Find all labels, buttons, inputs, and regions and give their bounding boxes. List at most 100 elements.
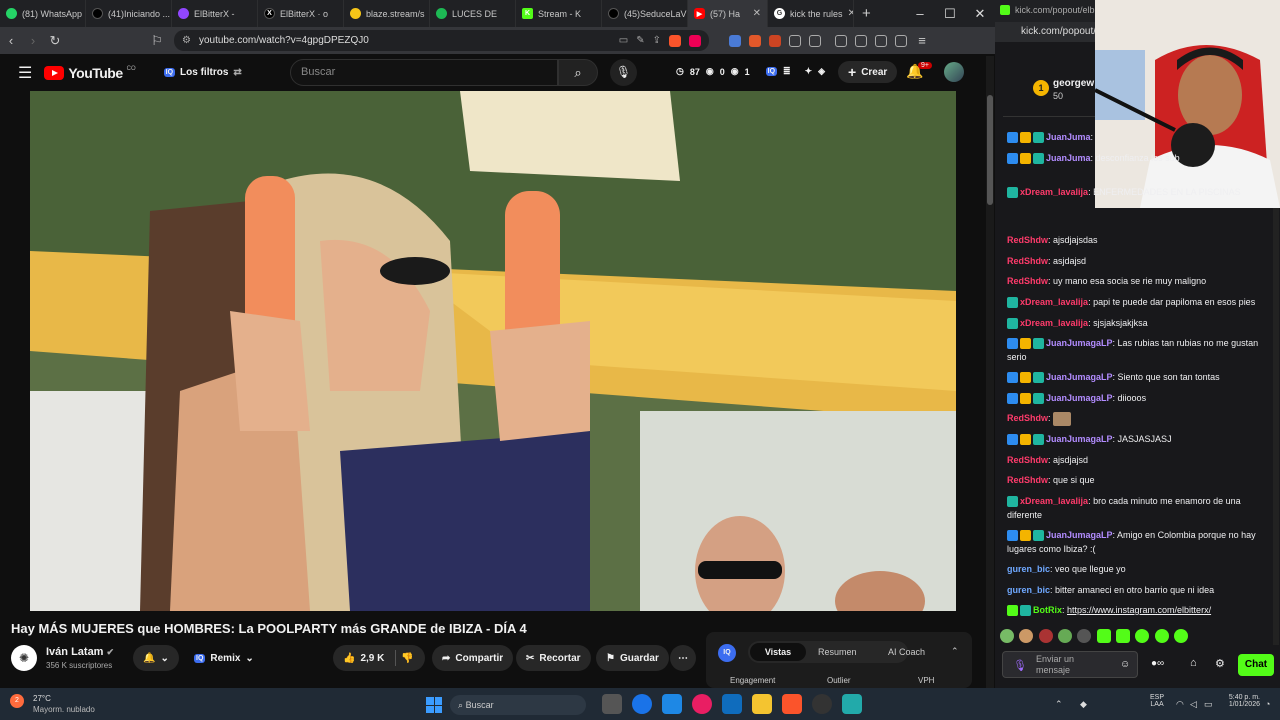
reader-icon[interactable]	[809, 34, 821, 47]
chat-username[interactable]: JuanJumagaLP	[1046, 338, 1113, 348]
filters-button[interactable]: IQ Los filtros ⇄	[163, 67, 242, 78]
thumbs-down-icon[interactable]: 👎	[401, 653, 413, 664]
extension-icon[interactable]	[749, 34, 761, 47]
wifi-icon[interactable]: ◠	[1176, 699, 1184, 710]
emote-icon[interactable]	[1135, 628, 1150, 643]
youtube-logo[interactable]: YouTube CO	[44, 65, 136, 81]
chat-username[interactable]: xDream_lavalija	[1020, 297, 1088, 307]
app-icon[interactable]	[812, 694, 832, 714]
battery-icon[interactable]: ▭	[1204, 699, 1213, 710]
like-button[interactable]: 👍 2,9 K 👎	[333, 645, 425, 671]
chat-username[interactable]: RedShdw	[1007, 475, 1048, 485]
chat-username[interactable]: xDream_lavalija	[1020, 187, 1088, 197]
chat-send-button[interactable]: Chat	[1238, 654, 1274, 676]
bookmark-icon[interactable]: ⚐	[146, 33, 168, 49]
chat-username[interactable]: guren_bic	[1007, 564, 1050, 574]
notification-bell-icon[interactable]: ◔	[1265, 699, 1270, 709]
browser-tab[interactable]: K Stream - K	[516, 0, 602, 27]
weather-icon[interactable]: 2	[10, 694, 24, 708]
avatar[interactable]	[944, 62, 964, 82]
browser-tab[interactable]: blaze.stream/s	[344, 0, 430, 27]
minimize-icon[interactable]: –	[905, 6, 935, 21]
emote-icon[interactable]	[1038, 628, 1053, 643]
tray-overflow-icon[interactable]: ⌃	[1055, 699, 1063, 710]
browser-tab[interactable]: ElBitterX -	[172, 0, 258, 27]
browser-tab[interactable]: X ElBitterX · o	[258, 0, 344, 27]
emote-icon[interactable]	[1116, 628, 1131, 643]
vpn-icon[interactable]	[895, 34, 907, 47]
tab-vistas[interactable]: Vistas	[750, 643, 806, 661]
chat-username[interactable]: guren_bic	[1007, 585, 1050, 595]
site-info-icon[interactable]: ⚙	[182, 35, 191, 46]
chat-text[interactable]: https://www.instagram.com/elbitterx/	[1067, 605, 1211, 615]
brave-shield-icon[interactable]	[669, 34, 681, 47]
app-icon[interactable]	[842, 694, 862, 714]
search-button[interactable]: ⌕	[558, 59, 598, 86]
forward-icon[interactable]: ›	[22, 33, 44, 48]
chat-username[interactable]: RedShdw	[1007, 235, 1048, 245]
chat-username[interactable]: JuanJumagaLP	[1046, 434, 1113, 444]
back-icon[interactable]: ‹	[0, 33, 22, 48]
file-explorer-icon[interactable]	[752, 694, 772, 714]
chat-username[interactable]: xDream_lavalija	[1020, 318, 1088, 328]
sidebar-icon[interactable]	[855, 34, 867, 47]
search-input[interactable]: Buscar	[290, 59, 558, 86]
emote-icon[interactable]	[1019, 628, 1034, 643]
app-icon[interactable]	[692, 694, 712, 714]
more-actions-button[interactable]: ⋯	[670, 645, 696, 671]
collapse-icon[interactable]: ⌃	[951, 646, 959, 657]
mic-icon[interactable]: 🎙	[1013, 659, 1027, 672]
windows-start-icon[interactable]	[426, 697, 442, 713]
browser-tab[interactable]: Gkick the rules✕	[768, 0, 854, 27]
subscribe-bell-button[interactable]: 🔔 ⌄	[133, 645, 179, 671]
close-window-icon[interactable]: ✕	[965, 6, 995, 22]
brave-rewards-icon[interactable]	[689, 34, 701, 47]
save-button[interactable]: ⚑ Guardar	[596, 645, 669, 671]
translate-extension-icon[interactable]	[729, 34, 741, 47]
chat-username[interactable]: RedShdw	[1007, 276, 1048, 286]
taskbar-search[interactable]: ⌕ Buscar	[450, 695, 586, 715]
menu-icon[interactable]: ≡	[911, 33, 933, 48]
emoji-icon[interactable]: ☺	[1120, 659, 1130, 670]
chat-input[interactable]: 🎙 Enviar un mensaje ☺	[1002, 651, 1138, 678]
edge-icon[interactable]	[632, 694, 652, 714]
share-icon[interactable]: ⇪	[653, 35, 661, 46]
bulb-icon[interactable]: ✦	[805, 66, 813, 77]
chat-username[interactable]: JuanJumagaLP	[1046, 393, 1113, 403]
emote-icon[interactable]	[1058, 628, 1073, 643]
clock[interactable]: 5:40 p. m. 1/01/2026	[1222, 694, 1260, 708]
emote-icon[interactable]	[1154, 628, 1169, 643]
chat-username[interactable]: JuanJuma	[1046, 132, 1091, 142]
browser-tab[interactable]: (81) WhatsApp	[0, 0, 86, 27]
volume-icon[interactable]: ◁	[1190, 699, 1197, 710]
emote-icon[interactable]	[1174, 628, 1189, 643]
tab-ai-coach[interactable]: AI Coach	[888, 647, 925, 657]
screen-cast-icon[interactable]: ▭	[619, 35, 628, 46]
page-scrollbar-thumb[interactable]	[987, 95, 993, 205]
list-icon[interactable]: ≣	[783, 66, 791, 77]
chat-username[interactable]: RedShdw	[1007, 413, 1048, 423]
weather-temp[interactable]: 27°C	[33, 694, 51, 703]
channel-avatar[interactable]: ✺	[11, 645, 37, 671]
remix-button[interactable]: IQ Remix ⌄	[184, 645, 264, 671]
tab-resumen[interactable]: Resumen	[818, 647, 857, 657]
tray-app-icon[interactable]: ◆	[1080, 699, 1087, 710]
language-indicator[interactable]: ESP LAA	[1150, 694, 1164, 708]
address-bar[interactable]: ⚙ youtube.com/watch?v=4gpgDPEZQJ0 ▭ ✎ ⇪	[174, 30, 709, 51]
media-icon[interactable]	[835, 34, 847, 47]
browser-tab[interactable]: (41)Iniciando ...	[86, 0, 172, 27]
voice-search-button[interactable]: 🎙	[610, 59, 637, 86]
brave-icon[interactable]	[782, 694, 802, 714]
chat-username[interactable]: BotRix	[1033, 605, 1062, 615]
emote-icon[interactable]	[1000, 628, 1014, 643]
chat-username[interactable]: JuanJumagaLP	[1046, 530, 1113, 540]
create-button[interactable]: + Crear	[838, 61, 898, 83]
settings-gear-icon[interactable]: ⚙	[1215, 657, 1225, 670]
browser-tab-active[interactable]: ▶ (57) Ha ✕	[688, 0, 768, 27]
iq-extension-icon[interactable]: IQ	[765, 67, 778, 76]
browser-tab[interactable]: LUCES DE	[430, 0, 516, 27]
store-icon[interactable]: ⌂	[1190, 657, 1197, 669]
ai-icon[interactable]	[875, 34, 887, 47]
emote-icon[interactable]	[1096, 628, 1111, 643]
chat-username[interactable]: JuanJuma	[1046, 153, 1091, 163]
